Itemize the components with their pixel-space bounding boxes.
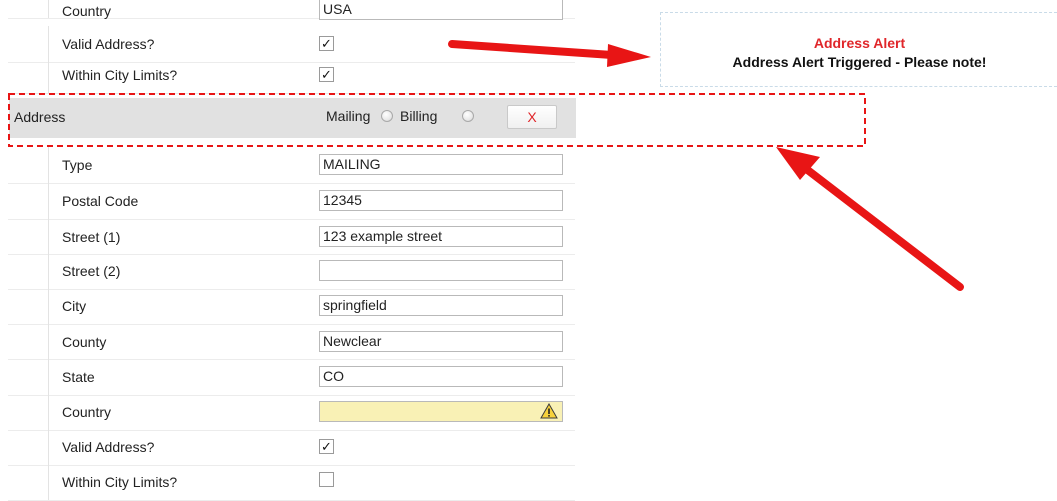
form-row-county: County Newclear <box>0 323 575 360</box>
address-section-title: Address <box>14 109 66 125</box>
street2-label: Street (2) <box>62 263 121 279</box>
street1-label: Street (1) <box>62 229 121 245</box>
country-label: Country <box>62 3 112 19</box>
postal-code-label: Postal Code <box>62 193 139 209</box>
form-row-country-top: Country USA <box>0 0 575 20</box>
remove-address-button[interactable]: X <box>507 105 557 129</box>
form-row-type: Type MAILING <box>0 147 575 184</box>
form-row-state: State CO <box>0 359 575 396</box>
state-input[interactable]: CO <box>319 366 563 387</box>
arrow-up-left-icon <box>776 147 964 291</box>
form-row-postal-code: Postal Code 12345 <box>0 183 575 220</box>
country-input-warning[interactable] <box>319 401 563 422</box>
billing-radio[interactable] <box>462 110 474 122</box>
form-row-valid-address: Valid Address? ✓ <box>0 429 575 466</box>
within-city-limits-checkbox[interactable]: ✓ <box>319 67 334 82</box>
form-row-city: City springfield <box>0 288 575 325</box>
type-label: Type <box>62 157 93 173</box>
mailing-radio-label: Mailing <box>326 108 371 124</box>
within-city-limits-label: Within City Limits? <box>62 474 178 490</box>
mailing-radio[interactable] <box>381 110 393 122</box>
within-city-limits-label: Within City Limits? <box>62 67 178 83</box>
valid-address-checkbox[interactable]: ✓ <box>319 36 334 51</box>
form-row-street1: Street (1) 123 example street <box>0 218 575 255</box>
street2-input[interactable] <box>319 260 563 281</box>
street1-input[interactable]: 123 example street <box>319 226 563 247</box>
postal-code-input[interactable]: 12345 <box>319 190 563 211</box>
form-row-within-city-top: Within City Limits? ✓ <box>0 57 575 94</box>
state-label: State <box>62 369 95 385</box>
city-label: City <box>62 298 87 314</box>
form-row-within-city-limits: Within City Limits? <box>0 464 575 501</box>
address-alert-message: Address Alert Triggered - Please note! <box>732 54 987 70</box>
county-label: County <box>62 334 107 350</box>
billing-radio-label: Billing <box>400 108 438 124</box>
valid-address-label: Valid Address? <box>62 439 155 455</box>
form-row-street2: Street (2) <box>0 253 575 290</box>
valid-address-label: Valid Address? <box>62 36 155 52</box>
type-input[interactable]: MAILING <box>319 154 563 175</box>
county-input[interactable]: Newclear <box>319 331 563 352</box>
form-row-country: Country <box>0 394 575 431</box>
valid-address-checkbox[interactable]: ✓ <box>319 439 334 454</box>
address-form: Country USA Valid Address? ✓ Within City… <box>0 0 576 501</box>
country-label: Country <box>62 404 112 420</box>
city-input[interactable]: springfield <box>319 295 563 316</box>
address-alert-box: Address Alert Address Alert Triggered - … <box>660 12 1057 87</box>
country-input[interactable]: USA <box>319 0 563 20</box>
address-alert-title: Address Alert <box>813 35 906 51</box>
address-section-header: Address Mailing Billing X <box>9 98 576 138</box>
within-city-limits-checkbox[interactable] <box>319 472 334 487</box>
warning-icon <box>540 403 558 419</box>
